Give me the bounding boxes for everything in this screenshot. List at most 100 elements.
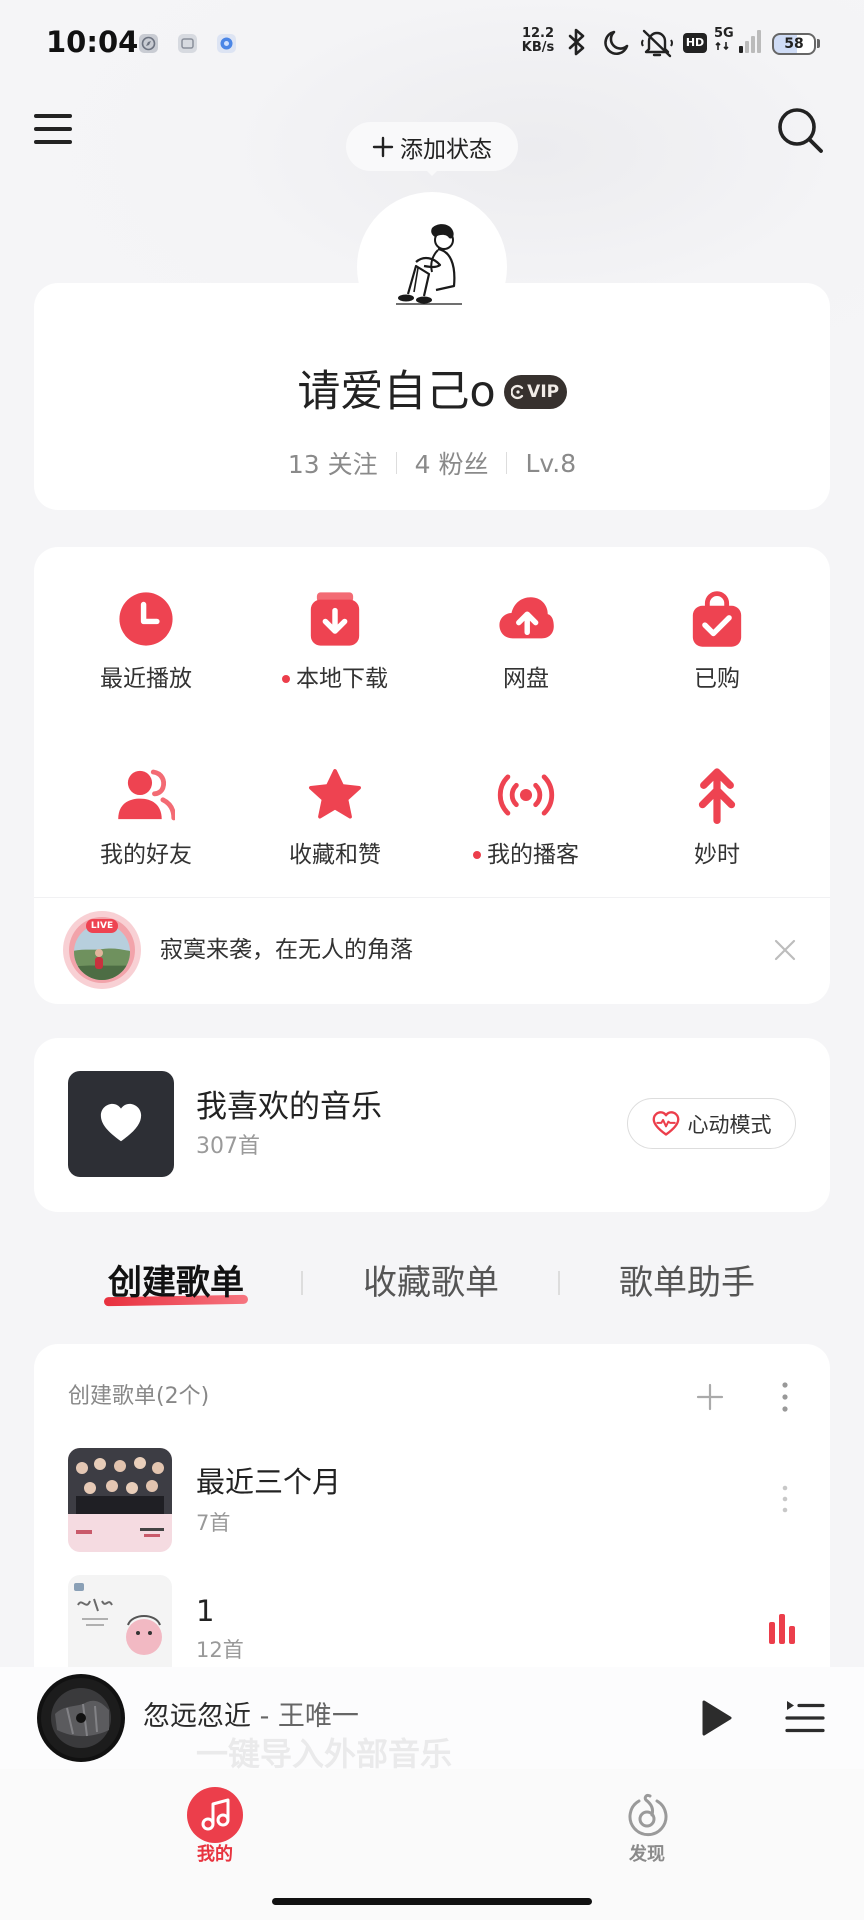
- quick-action-label: 最近播放: [100, 666, 192, 692]
- quick-action-recent-play[interactable]: 最近播放: [56, 590, 236, 700]
- battery-nub: [817, 39, 820, 48]
- playlist-queue-button[interactable]: [784, 1697, 826, 1739]
- liked-music-count: 307首: [196, 1134, 260, 1159]
- playlist-count: 12首: [196, 1638, 244, 1662]
- queue-icon: [785, 1701, 825, 1733]
- signal-icon: [738, 28, 764, 54]
- mute-icon: [640, 27, 674, 59]
- discover-icon: [628, 1794, 668, 1837]
- search-button[interactable]: [774, 104, 826, 156]
- quick-action-purchased[interactable]: 已购: [627, 590, 807, 700]
- quick-action-label: 妙时: [694, 842, 740, 868]
- tab-playlist-assistant[interactable]: 歌单助手: [577, 1261, 797, 1305]
- quick-action-label: 已购: [694, 666, 740, 692]
- menu-button[interactable]: [34, 114, 72, 146]
- more-vertical-icon: [782, 1485, 788, 1513]
- new-dot: [473, 851, 481, 859]
- quick-action-podcasts[interactable]: 我的播客: [436, 766, 616, 876]
- friends-icon: [117, 766, 175, 824]
- now-playing-song[interactable]: 忽远忽近 - 王唯一: [143, 1700, 359, 1734]
- liked-music-title: 我喜欢的音乐: [196, 1089, 382, 1125]
- quick-action-label: 网盘: [503, 666, 549, 692]
- quick-action-label: 我的播客: [487, 842, 579, 868]
- quick-action-cloud-drive[interactable]: 网盘: [436, 590, 616, 700]
- close-icon: [774, 939, 796, 961]
- plus-icon: [696, 1383, 724, 1411]
- tab-created-playlists[interactable]: 创建歌单: [66, 1261, 286, 1305]
- network-type: 5G: [714, 27, 734, 51]
- create-playlist-button[interactable]: [696, 1383, 724, 1411]
- quick-action-label: 收藏和赞: [289, 842, 381, 868]
- search-icon: [778, 108, 823, 153]
- vip-badge-label: VIP: [527, 382, 560, 402]
- menu-icon-line: [34, 140, 72, 144]
- playlist-cover[interactable]: [68, 1448, 172, 1552]
- playlist-title[interactable]: 1: [196, 1592, 214, 1630]
- close-banner-button[interactable]: [772, 937, 798, 963]
- add-status-label: 添加状态: [400, 136, 492, 163]
- profile-name[interactable]: 请爱自己o: [297, 366, 495, 418]
- battery-indicator: 58: [772, 33, 816, 55]
- song-artist: - 王唯一: [251, 1701, 359, 1732]
- live-banner-text[interactable]: 寂寞来袭，在无人的角落: [160, 935, 413, 965]
- gallery-app-icon: [178, 34, 197, 53]
- sitting-person-illustration: [396, 224, 462, 305]
- vinyl-logo-icon: [511, 384, 524, 400]
- network-speed-value: 12.2: [521, 26, 555, 41]
- profile-stats: 13 关注 4 粉丝 Lv.8: [34, 446, 830, 480]
- arrows-up-icon: [688, 766, 746, 824]
- playlist-more-button[interactable]: [778, 1484, 792, 1514]
- data-arrows-icon: [715, 41, 729, 51]
- add-status-button[interactable]: 添加状态: [346, 122, 518, 171]
- tab-collected-playlists[interactable]: 收藏歌单: [321, 1261, 541, 1305]
- network-speed-unit: KB/s: [521, 40, 555, 55]
- status-time: 10:04: [46, 25, 139, 59]
- home-indicator[interactable]: [272, 1898, 592, 1905]
- quick-action-friends[interactable]: 我的好友: [56, 766, 236, 876]
- followers-count[interactable]: 4 粉丝: [415, 445, 489, 481]
- heartbeat-mode-button[interactable]: 心动模式: [627, 1098, 796, 1149]
- network-type-label: 5G: [714, 26, 734, 41]
- heartbeat-mode-label: 心动模式: [687, 1112, 772, 1137]
- playlist-title[interactable]: 最近三个月: [196, 1463, 341, 1501]
- playlists-more-button[interactable]: [778, 1381, 792, 1413]
- nav-discover[interactable]: [619, 1787, 675, 1843]
- moon-icon: [602, 29, 630, 57]
- quick-action-label: 本地下载: [296, 666, 388, 692]
- profile-name-row: 请爱自己o VIP: [34, 366, 830, 418]
- pill-tail: [424, 168, 440, 176]
- new-dot: [282, 675, 290, 683]
- divider: [34, 897, 830, 898]
- playlist-cover[interactable]: [68, 1575, 172, 1679]
- tab-divider: [301, 1271, 303, 1295]
- user-level[interactable]: Lv.8: [525, 449, 576, 478]
- avatar[interactable]: [394, 222, 468, 308]
- faded-import-row: 一键导入外部音乐: [196, 1735, 453, 1773]
- playlist-count: 7首: [196, 1511, 231, 1535]
- nav-label-discover[interactable]: 发现: [607, 1843, 687, 1867]
- network-speed: 12.2 KB/s: [518, 27, 558, 55]
- liked-music-cover: [68, 1071, 174, 1177]
- more-vertical-icon: [782, 1382, 788, 1412]
- menu-icon: [34, 114, 72, 118]
- quick-action-local-download[interactable]: 本地下载: [245, 590, 425, 700]
- music-note-icon: [187, 1787, 243, 1843]
- quick-action-miaoshi[interactable]: 妙时: [627, 766, 807, 876]
- clock-icon: [117, 590, 175, 648]
- following-count[interactable]: 13 关注: [288, 445, 378, 481]
- play-icon: [702, 1700, 732, 1736]
- quick-actions-card: 最近播放 本地下载 网盘 已购 我的好友 收藏和赞 我的播客 妙时 LIVE 寂…: [34, 547, 830, 1004]
- plus-icon: [372, 136, 394, 157]
- cloud-upload-icon: [497, 590, 555, 648]
- vip-badge[interactable]: VIP: [503, 375, 567, 409]
- blue-app-icon: [217, 34, 236, 53]
- nav-label-my[interactable]: 我的: [175, 1843, 255, 1867]
- tab-divider: [558, 1271, 560, 1295]
- play-button[interactable]: [694, 1697, 736, 1739]
- nav-my-music[interactable]: [187, 1787, 243, 1843]
- song-title: 忽远忽近: [143, 1701, 251, 1732]
- liked-music-card[interactable]: 我喜欢的音乐 307首 心动模式: [34, 1038, 830, 1212]
- quick-action-favorites[interactable]: 收藏和赞: [245, 766, 425, 876]
- quick-action-label: 我的好友: [100, 842, 192, 868]
- now-playing-disc[interactable]: [37, 1674, 125, 1762]
